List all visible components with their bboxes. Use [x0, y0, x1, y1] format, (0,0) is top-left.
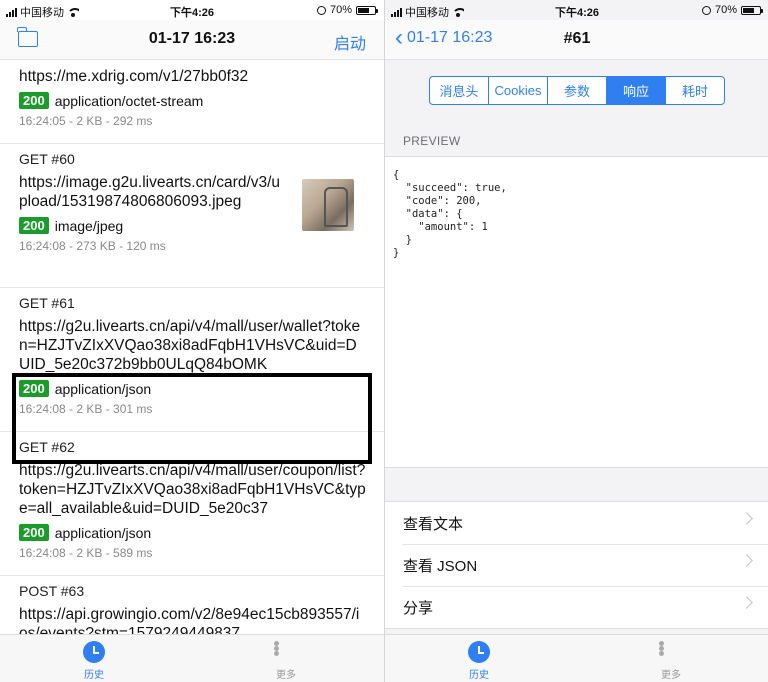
rotation-lock-icon — [701, 5, 711, 15]
image-thumbnail — [302, 179, 354, 231]
tab-history-label: 历史 — [469, 670, 489, 681]
request-url: https://api.growingio.com/v2/8e94ec15cb8… — [19, 606, 360, 635]
nav-bar: 01-17 16:23 启动 — [0, 20, 384, 60]
tab-bar: 历史 更多 — [0, 634, 384, 682]
view-json-button[interactable]: 查看 JSON — [385, 544, 768, 586]
view-text-label: 查看文本 — [403, 515, 464, 533]
tab-more-label: 更多 — [661, 670, 681, 681]
battery-icon — [356, 5, 378, 15]
tab-more[interactable]: 更多 — [256, 641, 316, 681]
nav-bar: ‹ 01-17 16:23 #61 — [385, 20, 768, 60]
request-meta: 16:24:05 - 2 KB - 292 ms — [19, 114, 153, 128]
response-info: 200 application/json — [19, 524, 384, 541]
response-preview[interactable]: { "succeed": true, "code": 200, "data": … — [385, 156, 768, 468]
tab-history[interactable]: 历史 — [449, 641, 509, 681]
list-item[interactable]: https://me.xdrig.com/v1/27bb0f32 200 app… — [0, 67, 384, 144]
preview-label: PREVIEW — [403, 134, 461, 148]
content-type: application/json — [54, 380, 152, 397]
chevron-right-icon — [740, 554, 753, 567]
tab-bar: 历史 更多 — [385, 634, 768, 682]
content-type: image/jpeg — [54, 217, 124, 234]
json-line: } — [393, 234, 412, 246]
tab-more-label: 更多 — [276, 670, 296, 681]
request-detail-screen: 中国移动 下午4:26 70% ‹ 01-17 16:23 #61 消息头 Co… — [384, 0, 768, 682]
status-badge: 200 — [19, 524, 49, 541]
json-line: } — [393, 247, 400, 259]
segmented-control: 消息头 Cookies 参数 响应 耗时 — [429, 76, 725, 105]
request-method: GET #61 — [19, 295, 75, 311]
tab-headers[interactable]: 消息头 — [430, 77, 489, 104]
start-button[interactable]: 启动 — [334, 30, 366, 54]
request-meta: 16:24:08 - 2 KB - 301 ms — [19, 402, 153, 416]
clock-icon — [468, 641, 490, 663]
battery-percent: 70% — [329, 4, 352, 16]
request-list[interactable]: https://me.xdrig.com/v1/27bb0f32 200 app… — [0, 61, 384, 635]
request-method: GET #60 — [19, 151, 75, 167]
tab-history-label: 历史 — [84, 670, 104, 681]
page-title: 01-17 16:23 — [148, 30, 236, 47]
request-meta: 16:24:08 - 273 KB - 120 ms — [19, 239, 166, 253]
json-line: "succeed": true, — [393, 182, 507, 194]
status-badge: 200 — [19, 380, 49, 397]
page-title: #61 — [563, 30, 591, 47]
json-line: "amount": 1 — [393, 221, 488, 233]
status-right: 70% — [701, 4, 763, 16]
status-badge: 200 — [19, 217, 49, 234]
status-badge: 200 — [19, 92, 49, 109]
more-icon — [274, 641, 298, 663]
status-right: 70% — [316, 4, 378, 16]
chevron-right-icon — [740, 596, 753, 609]
view-text-button[interactable]: 查看文本 — [385, 502, 768, 544]
request-url: https://me.xdrig.com/v1/27bb0f32 — [19, 68, 249, 85]
request-url: https://image.g2u.livearts.cn/card/v3/up… — [19, 174, 281, 210]
request-url: https://g2u.livearts.cn/api/v4/mall/user… — [19, 462, 366, 517]
status-bar: 中国移动 下午4:26 70% — [0, 0, 384, 20]
tab-response[interactable]: 响应 — [607, 77, 666, 104]
tab-more[interactable]: 更多 — [641, 641, 701, 681]
request-list-screen: 中国移动 下午4:26 70% 01-17 16:23 启动 https://m… — [0, 0, 384, 682]
list-item[interactable]: GET #61 https://g2u.livearts.cn/api/v4/m… — [0, 289, 384, 432]
clock-icon — [83, 641, 105, 663]
more-icon — [659, 641, 683, 663]
chevron-right-icon — [740, 512, 753, 525]
request-url: https://g2u.livearts.cn/api/v4/mall/user… — [19, 318, 361, 373]
list-item[interactable]: GET #60 https://image.g2u.livearts.cn/ca… — [0, 145, 384, 288]
tab-cookies[interactable]: Cookies — [489, 77, 548, 104]
json-line: "data": { — [393, 208, 463, 220]
rotation-lock-icon — [316, 5, 326, 15]
status-bar: 中国移动 下午4:26 70% — [385, 0, 768, 20]
request-meta: 16:24:08 - 2 KB - 589 ms — [19, 546, 153, 560]
request-method: POST #63 — [19, 583, 85, 599]
request-method: GET #62 — [19, 439, 75, 455]
json-line: "code": 200, — [393, 195, 482, 207]
content-type: application/octet-stream — [54, 92, 204, 109]
tab-history[interactable]: 历史 — [64, 641, 124, 681]
share-label: 分享 — [403, 599, 434, 617]
battery-percent: 70% — [714, 4, 737, 16]
share-button[interactable]: 分享 — [385, 586, 768, 628]
battery-icon — [741, 5, 763, 15]
tab-timing[interactable]: 耗时 — [666, 77, 724, 104]
actions-list: 查看文本 查看 JSON 分享 — [385, 501, 768, 629]
content-type: application/json — [54, 524, 152, 541]
json-line: { — [393, 169, 400, 181]
list-item[interactable]: GET #62 https://g2u.livearts.cn/api/v4/m… — [0, 433, 384, 576]
view-json-label: 查看 JSON — [403, 557, 478, 575]
list-item[interactable]: POST #63 https://api.growingio.com/v2/8e… — [0, 577, 384, 635]
response-info: 200 application/json — [19, 380, 384, 397]
response-info: 200 application/octet-stream — [19, 92, 384, 109]
tab-params[interactable]: 参数 — [548, 77, 607, 104]
